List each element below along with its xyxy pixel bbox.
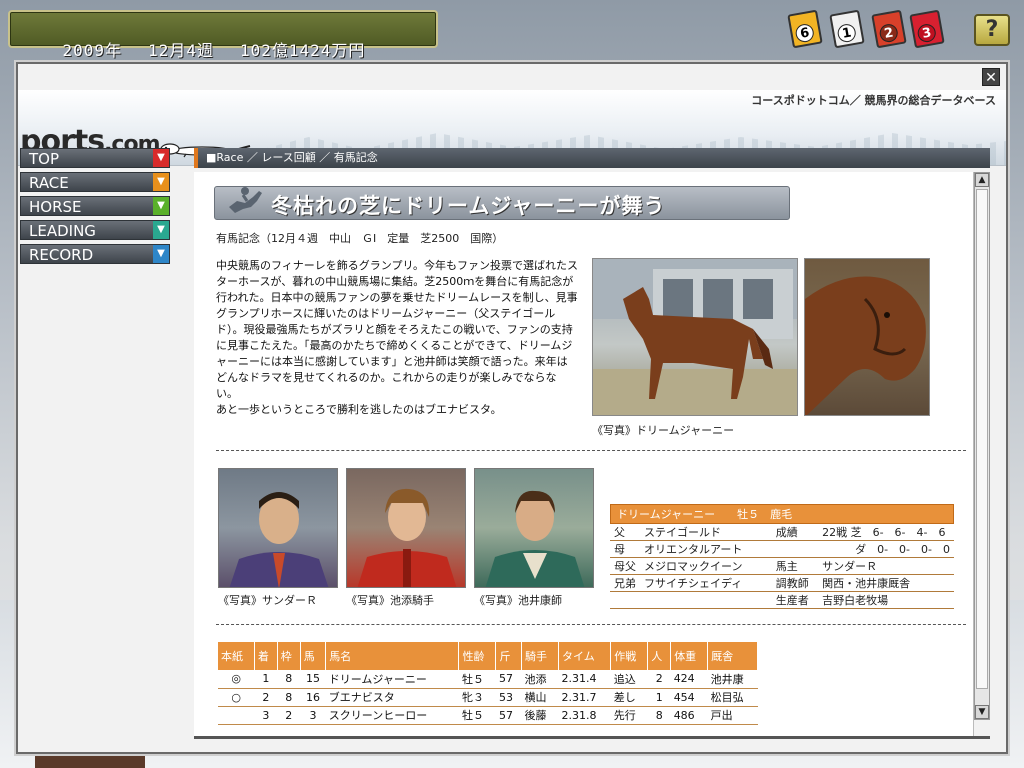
status-money: 102億1424万円 [239, 41, 366, 60]
status-week: 12月4週 [148, 41, 214, 60]
content-scrollbar[interactable]: ▲ ▼ [974, 172, 990, 720]
table-row: 母 オリエンタルアート ダ 0- 0- 0- 0 [610, 540, 954, 558]
article-headline-banner: 冬枯れの芝にドリームジャーニーが舞う [214, 186, 790, 220]
horse-photo-caption: 《写真》ドリームジャーニー [592, 424, 735, 437]
table-row: 生産者 吉野白老牧場 [610, 591, 954, 609]
horse-head-photo [804, 258, 930, 416]
scroll-up-arrow-icon[interactable]: ▲ [975, 173, 989, 187]
nav-item-record[interactable]: RECORD ▼ [20, 244, 170, 264]
nav-item-race[interactable]: RACE ▼ [20, 172, 170, 192]
chevron-down-icon: ▼ [153, 245, 169, 263]
breadcrumb: ■Race ／ レース回顧 ／ 有馬記念 [194, 148, 990, 168]
ticket-card-icon[interactable]: 2 [871, 9, 907, 49]
chevron-down-icon: ▼ [153, 149, 169, 167]
trainer-caption: 《写真》池井康師 [474, 594, 562, 607]
ticket-cards: 6 1 2 3 [787, 9, 950, 49]
ticket-card-icon[interactable]: 3 [909, 9, 945, 49]
chevron-down-icon: ▼ [153, 173, 169, 191]
content-bottom-border [194, 736, 990, 739]
status-year: 2009年 [62, 41, 123, 60]
horse-head-image [805, 276, 926, 415]
table-header-row: 本紙 着 枠 馬 馬名 性齢 斤 騎手 タイム 作戦 人 体重 厩舎 [218, 642, 758, 670]
status-bar: 2009年 12月4週 102億1424万円 [8, 10, 438, 60]
table-row: 兄弟 フサイチシェイディ 調教師 関西・池井康厩舎 [610, 574, 954, 592]
jockey-portrait [346, 468, 466, 588]
section-divider [216, 624, 966, 625]
scroll-thumb[interactable] [976, 189, 988, 689]
chevron-down-icon: ▼ [153, 197, 169, 215]
table-row: 父 ステイゴールド 成績 22戦 芝 6- 6- 4- 6 [610, 524, 954, 541]
jockey-caption: 《写真》池添騎手 [346, 594, 434, 607]
jockey-image [357, 488, 457, 587]
nav-item-horse[interactable]: HORSE ▼ [20, 196, 170, 216]
owner-caption: 《写真》サンダーＲ [218, 594, 317, 607]
ticket-card-icon[interactable]: 1 [829, 9, 865, 49]
owner-image [229, 492, 329, 587]
help-button[interactable]: ? [974, 14, 1010, 46]
trainer-image [485, 490, 585, 587]
table-row[interactable]: 3 2 3 スクリーンヒーロー 牡５ 57 後藤 2.31.8 先行 8 486… [218, 706, 758, 725]
chevron-down-icon: ▼ [153, 221, 169, 239]
horse-photo [592, 258, 798, 416]
section-divider [216, 450, 966, 451]
table-row[interactable]: ○ 2 8 16 ブエナビスタ 牝３ 53 横山 2.31.7 差し 1 454… [218, 688, 758, 707]
table-row[interactable]: ◎ 1 8 15 ドリームジャーニー 牡５ 57 池添 2.31.4 追込 2 … [218, 670, 758, 689]
horse-profile-header: ドリームジャーニー 牡５ 鹿毛 [610, 504, 954, 524]
race-info: 有馬記念（12月４週 中山 ＧⅠ 定量 芝2500 国際） [216, 232, 504, 245]
horse-profile-table: ドリームジャーニー 牡５ 鹿毛 父 ステイゴールド 成績 22戦 芝 6- 6-… [610, 504, 954, 609]
owner-portrait [218, 468, 338, 588]
close-button[interactable]: ✕ [982, 68, 1000, 86]
left-nav: TOP ▼ RACE ▼ HORSE ▼ LEADING ▼ RECORD ▼ [20, 148, 170, 268]
ticket-card-icon[interactable]: 6 [787, 9, 823, 49]
scroll-down-arrow-icon[interactable]: ▼ [975, 705, 989, 719]
site-tagline: コースポドットコム／ 競馬界の総合データベース [751, 94, 996, 107]
trainer-portrait [474, 468, 594, 588]
racing-horse-icon [229, 187, 262, 213]
article-headline: 冬枯れの芝にドリームジャーニーが舞う [271, 194, 666, 218]
nav-item-leading[interactable]: LEADING ▼ [20, 220, 170, 240]
browser-window: ✕ コースポドットコム／ 競馬界の総合データベース ports.com TOP ▼… [16, 62, 1008, 754]
table-row: 母父 メジロマックイーン 馬主 サンダーＲ [610, 557, 954, 575]
article-body: 中央競馬のフィナーレを飾るグランプリ。今年もファン投票で選ばれたスターホースが、… [216, 259, 579, 416]
horse-body-image [593, 259, 797, 415]
article-content: 冬枯れの芝にドリームジャーニーが舞う 有馬記念（12月４週 中山 ＧⅠ 定量 芝… [194, 172, 974, 738]
nav-item-top[interactable]: TOP ▼ [20, 148, 170, 168]
race-results-table: 本紙 着 枠 馬 馬名 性齢 斤 騎手 タイム 作戦 人 体重 厩舎 ◎ 1 8… [218, 642, 758, 725]
